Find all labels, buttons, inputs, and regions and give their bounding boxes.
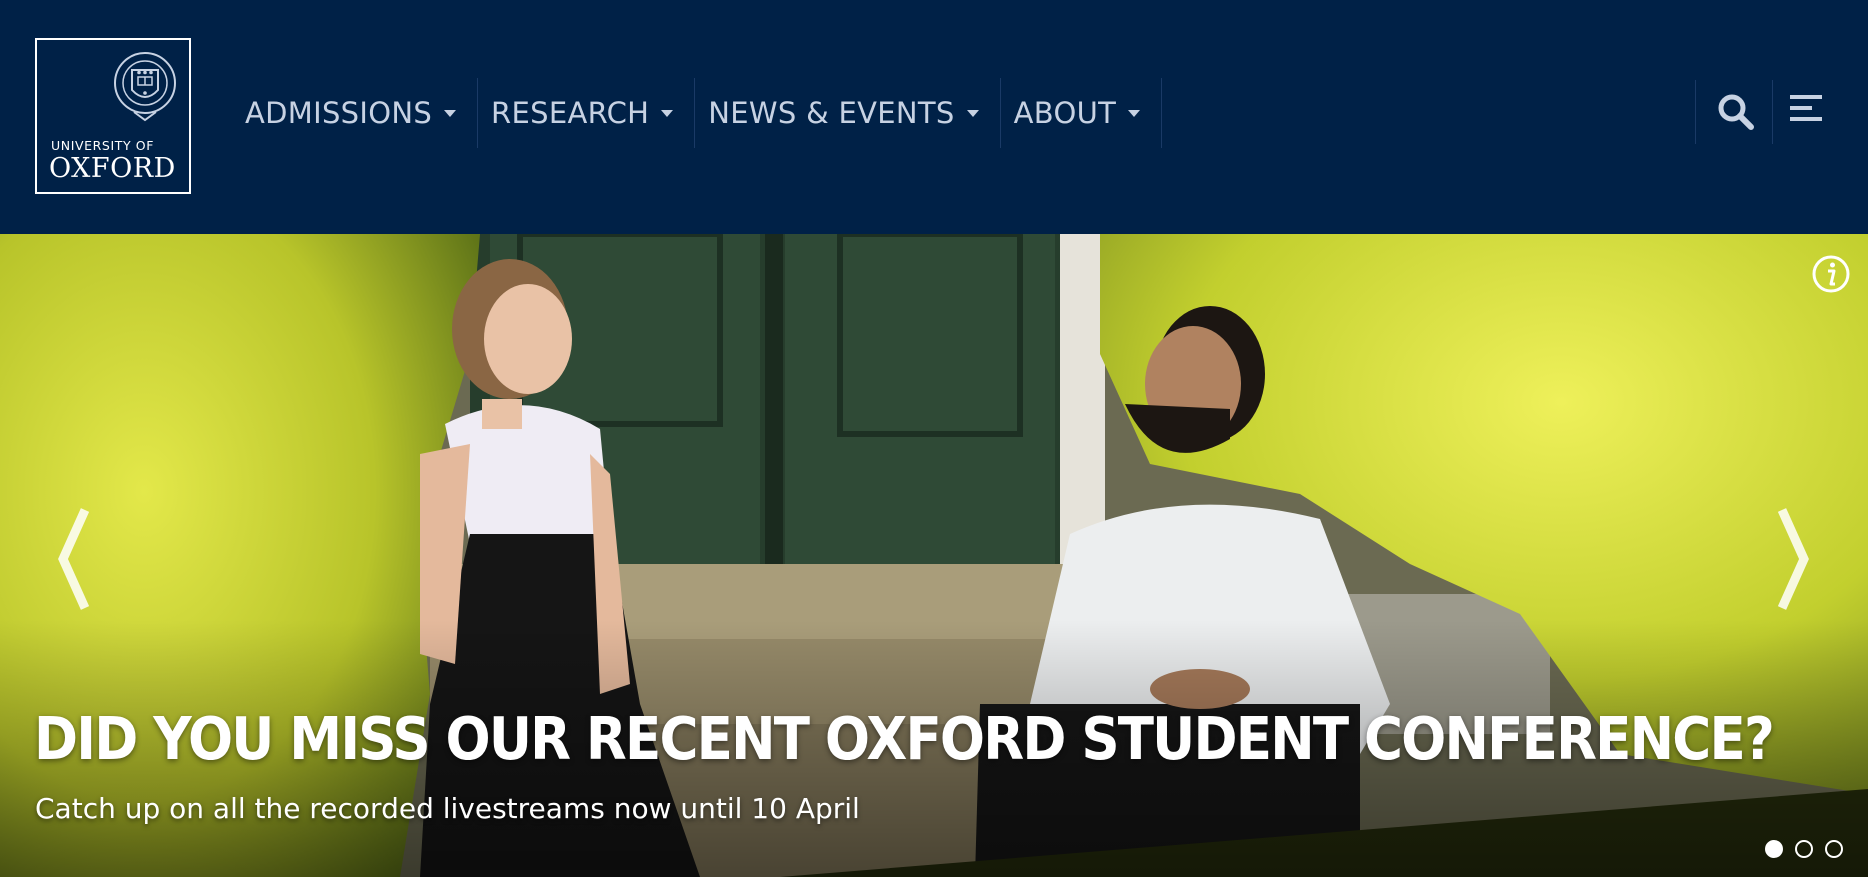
- caret-down-icon: [1128, 109, 1141, 117]
- hero-image: [0, 234, 1868, 877]
- nav-item-label: NEWS & EVENTS: [708, 96, 955, 130]
- chevron-left-icon[interactable]: [55, 504, 95, 614]
- crest-icon: [114, 52, 176, 122]
- hero-carousel: DID YOU MISS OUR RECENT OXFORD STUDENT C…: [0, 234, 1868, 877]
- nav-item-admissions[interactable]: ADMISSIONS: [232, 78, 479, 148]
- divider: [1695, 80, 1696, 144]
- hero-subtitle: Catch up on all the recorded livestreams…: [35, 792, 860, 825]
- main-nav: ADMISSIONS RESEARCH NEWS & EVENTS ABOUT: [232, 78, 1163, 148]
- site-header: UNIVERSITY OF OXFORD ADMISSIONS RESEARCH…: [0, 0, 1868, 234]
- carousel-dot-3[interactable]: [1825, 840, 1843, 858]
- hamburger-menu-icon[interactable]: [1790, 95, 1822, 127]
- divider: [1772, 80, 1773, 144]
- chevron-right-icon[interactable]: [1772, 504, 1812, 614]
- logo-line-2: OXFORD: [49, 153, 176, 184]
- carousel-indicators: [1765, 840, 1843, 858]
- carousel-dot-1[interactable]: [1765, 840, 1783, 858]
- oxford-logo[interactable]: UNIVERSITY OF OXFORD: [35, 38, 191, 194]
- search-icon[interactable]: [1716, 92, 1756, 132]
- nav-item-about[interactable]: ABOUT: [1001, 78, 1163, 148]
- hero-title[interactable]: DID YOU MISS OUR RECENT OXFORD STUDENT C…: [34, 704, 1775, 773]
- nav-item-news-events[interactable]: NEWS & EVENTS: [695, 78, 1001, 148]
- caret-down-icon: [661, 109, 674, 117]
- caret-down-icon: [966, 109, 979, 117]
- nav-item-research[interactable]: RESEARCH: [478, 78, 696, 148]
- logo-line-1: UNIVERSITY OF: [51, 138, 155, 153]
- nav-item-label: ABOUT: [1013, 96, 1117, 130]
- caret-down-icon: [444, 109, 457, 117]
- nav-item-label: ADMISSIONS: [245, 96, 433, 130]
- nav-item-label: RESEARCH: [491, 96, 650, 130]
- info-icon[interactable]: [1811, 254, 1851, 294]
- carousel-dot-2[interactable]: [1795, 840, 1813, 858]
